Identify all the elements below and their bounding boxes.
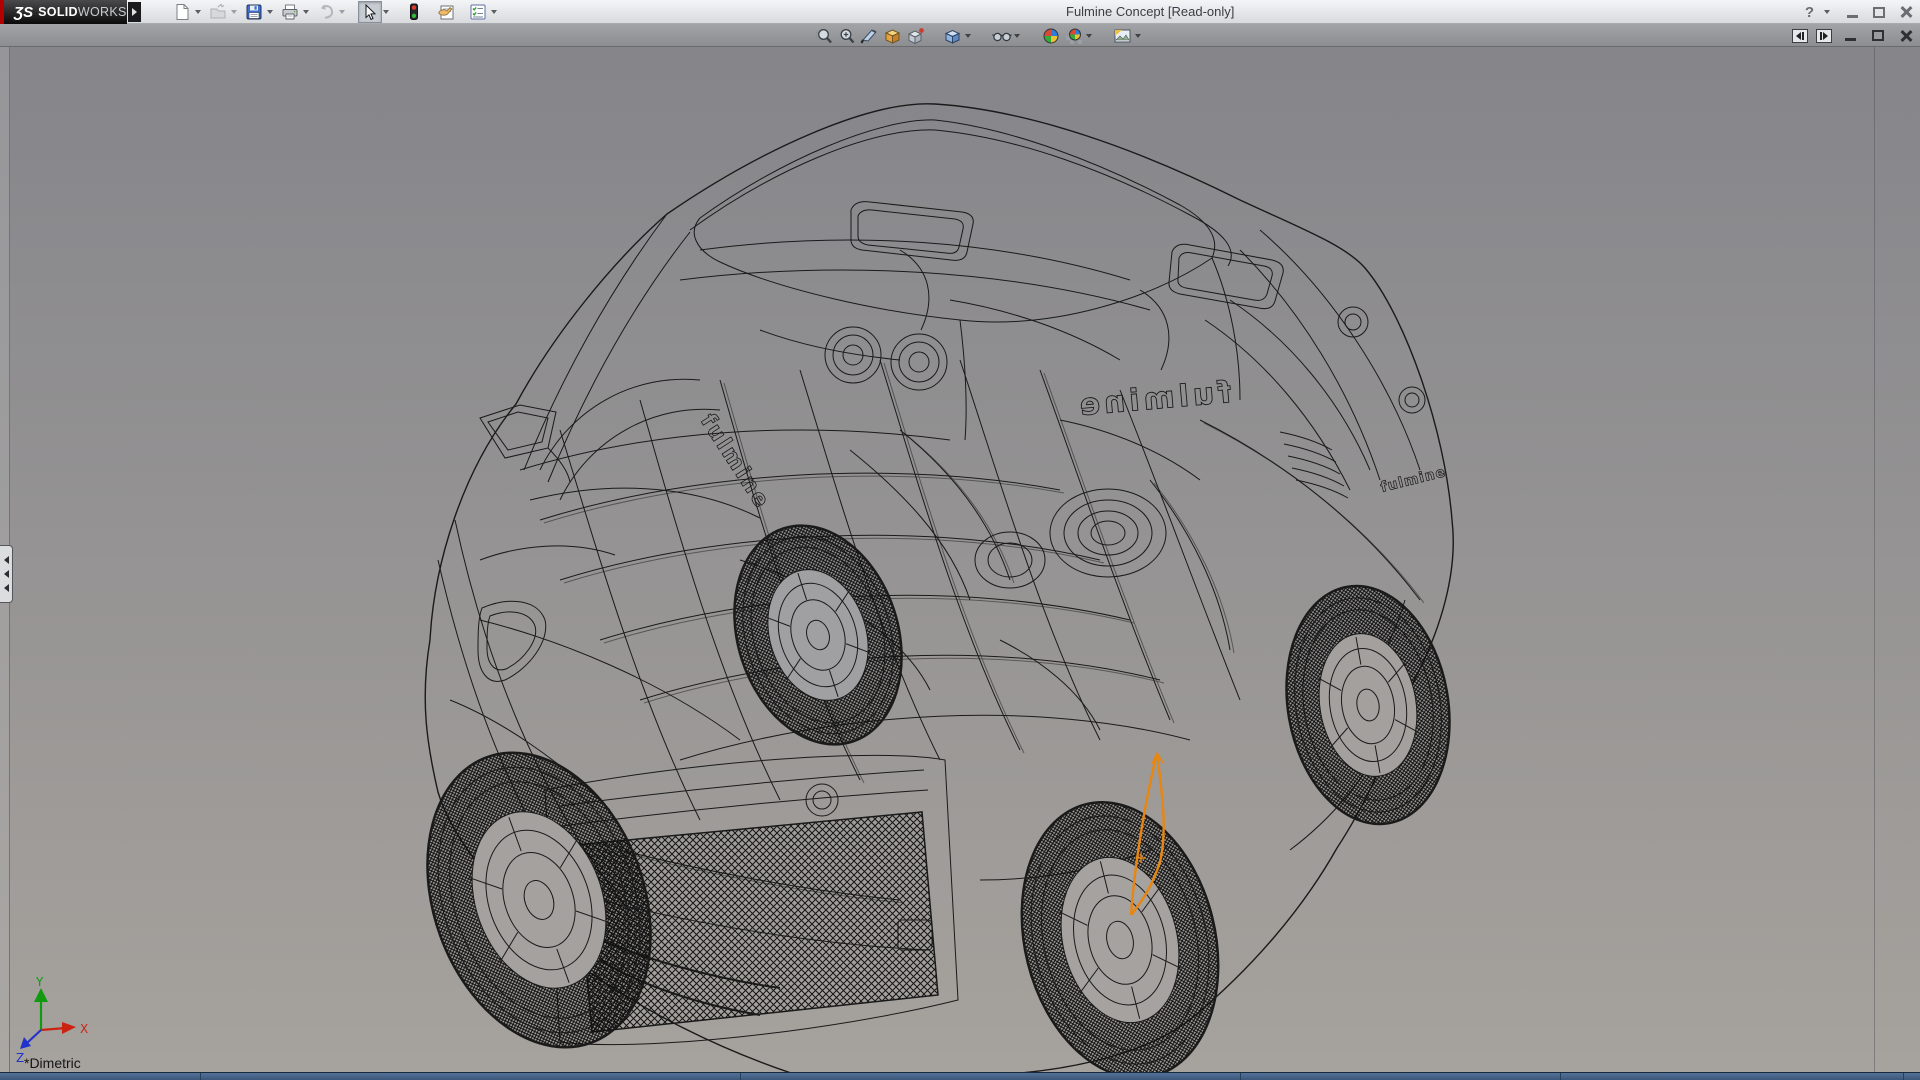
- zoom-to-area-icon: [838, 27, 856, 45]
- app-minimize-button[interactable]: [1842, 3, 1862, 21]
- save-button[interactable]: [242, 1, 266, 23]
- menu-expand-arrow[interactable]: [128, 2, 141, 22]
- document-window-controls: [1792, 24, 1916, 47]
- zoom-to-area-button[interactable]: [835, 25, 858, 46]
- display-style-dropdown-arrow[interactable]: [965, 34, 971, 38]
- open-icon: [209, 3, 227, 21]
- shaded-cube-icon: [943, 27, 962, 45]
- file-properties-icon: [437, 3, 456, 21]
- display-style-icon: [906, 27, 925, 45]
- options-button[interactable]: [466, 1, 490, 23]
- view-settings-button[interactable]: [1111, 25, 1134, 46]
- app-restore-button[interactable]: [1869, 3, 1889, 21]
- apply-scene-dropdown-arrow[interactable]: [1086, 34, 1092, 38]
- view-orientation-label: *Dimetric: [24, 1055, 81, 1071]
- select-button[interactable]: [358, 1, 382, 23]
- headsup-toolbar: [0, 24, 1920, 47]
- help-button[interactable]: ?: [1803, 4, 1816, 21]
- title-bar: ƷS SOLIDWORKS: [0, 0, 1920, 24]
- status-bar: [0, 1072, 1920, 1080]
- view-orientation-button[interactable]: [881, 25, 904, 46]
- section-view-icon: [860, 27, 879, 45]
- open-button[interactable]: [206, 1, 230, 23]
- print-dropdown-arrow[interactable]: [303, 10, 309, 14]
- new-document-icon: [173, 3, 191, 21]
- undo-dropdown-arrow[interactable]: [339, 10, 345, 14]
- view-orientation-icon: [883, 27, 902, 45]
- solidworks-logo: ƷS SOLIDWORKS: [0, 0, 127, 24]
- hide-show-items-button[interactable]: [990, 25, 1013, 46]
- wireframe-scene: fulmine fulmine fulmine: [0, 47, 1920, 1072]
- viewport-canvas[interactable]: fulmine fulmine fulmine: [0, 47, 1920, 1072]
- display-style-button[interactable]: [904, 25, 927, 46]
- rebuild-button[interactable]: [402, 1, 426, 23]
- brand-name-light: WORKS: [78, 5, 127, 19]
- hide-show-dropdown-arrow[interactable]: [1014, 34, 1020, 38]
- reference-triad: Y X Z: [16, 975, 88, 1065]
- view-settings-dropdown-arrow[interactable]: [1135, 34, 1141, 38]
- triad-z-label: Z: [16, 1051, 24, 1065]
- print-icon: [281, 3, 299, 21]
- open-dropdown-arrow[interactable]: [231, 10, 237, 14]
- save-dropdown-arrow[interactable]: [267, 10, 273, 14]
- select-dropdown-arrow[interactable]: [383, 10, 389, 14]
- undo-button[interactable]: [314, 1, 338, 23]
- apply-scene-button[interactable]: [1062, 25, 1085, 46]
- doc-minimize-button[interactable]: [1840, 27, 1860, 45]
- main-toolbar: [170, 0, 502, 24]
- wheel-front-right: [994, 781, 1246, 1072]
- save-icon: [245, 3, 263, 21]
- app-window-controls: ?: [1803, 0, 1916, 24]
- expand-pane-right-button[interactable]: [1816, 29, 1832, 43]
- select-cursor-icon: [362, 4, 378, 21]
- wheel-rear-right: [1268, 573, 1467, 837]
- doc-close-button[interactable]: [1896, 27, 1916, 45]
- model-badge-top: fulmine: [1074, 375, 1232, 423]
- options-checklist-icon: [469, 3, 487, 21]
- undo-icon: [317, 3, 335, 21]
- brand-name-bold: SOLID: [38, 5, 78, 19]
- hide-show-items-icon: [992, 27, 1012, 45]
- new-dropdown-arrow[interactable]: [195, 10, 201, 14]
- view-settings-icon: [1113, 27, 1132, 45]
- wireframe-car-model[interactable]: fulmine fulmine fulmine: [388, 104, 1467, 1072]
- triad-y-label: Y: [35, 975, 44, 989]
- zoom-to-fit-icon: [815, 27, 833, 45]
- zoom-to-fit-button[interactable]: [812, 25, 835, 46]
- help-dropdown-arrow[interactable]: [1824, 10, 1830, 14]
- document-title: Fulmine Concept [Read-only]: [1066, 4, 1234, 19]
- solidworks-window: ƷS SOLIDWORKS: [0, 0, 1920, 1080]
- doc-restore-button[interactable]: [1868, 27, 1888, 45]
- solidworks-logo-icon: ƷS: [14, 4, 33, 21]
- triad-x-label: X: [80, 1022, 88, 1036]
- options-dropdown-arrow[interactable]: [491, 10, 497, 14]
- file-properties-button[interactable]: [434, 1, 458, 23]
- edit-appearance-icon: [1042, 27, 1060, 45]
- apply-scene-icon: [1065, 27, 1083, 45]
- section-view-button[interactable]: [858, 25, 881, 46]
- rebuild-traffic-light-icon: [407, 3, 421, 21]
- edit-appearance-button[interactable]: [1039, 25, 1062, 46]
- new-document-button[interactable]: [170, 1, 194, 23]
- print-button[interactable]: [278, 1, 302, 23]
- app-close-button[interactable]: [1896, 3, 1916, 21]
- model-badge-rear: fulmine: [1379, 464, 1448, 496]
- shaded-display-style-button[interactable]: [941, 25, 964, 46]
- collapse-pane-left-button[interactable]: [1792, 29, 1808, 43]
